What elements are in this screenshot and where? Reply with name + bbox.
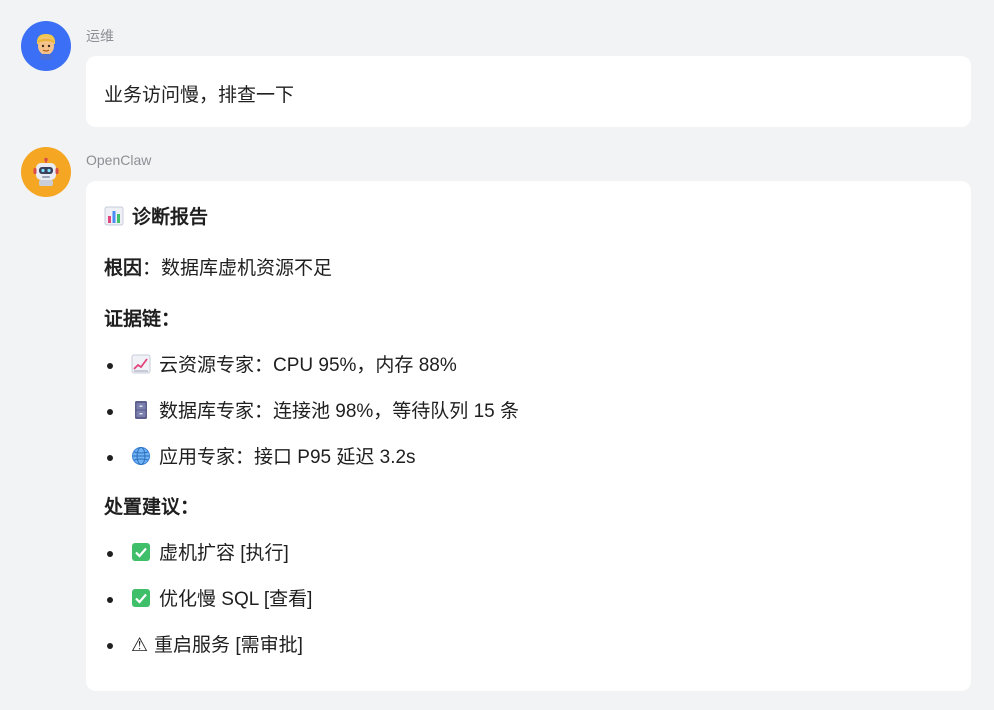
root-cause-separator: ：	[142, 258, 162, 279]
action-item[interactable]: ⚠ 重启服务 [需审批]	[131, 634, 303, 658]
diagnosis-report-bubble: 诊断报告 根因：数据库虚机资源不足 证据链： 云资源专家：CPU 95%，内存 …	[86, 181, 971, 691]
action-text: 优化慢 SQL [查看]	[159, 589, 313, 610]
bullet	[107, 643, 113, 649]
check-mark-button-icon	[131, 588, 151, 608]
root-cause-value: 数据库虚机资源不足	[161, 258, 333, 279]
report-title-text: 诊断报告	[132, 207, 209, 228]
action-item[interactable]: 虚机扩容 [执行]	[131, 542, 289, 566]
action-item[interactable]: 优化慢 SQL [查看]	[131, 588, 312, 612]
message-bubble: 业务访问慢，排查一下	[86, 56, 971, 127]
evidence-heading: 证据链：	[104, 309, 181, 330]
file-cabinet-icon	[131, 400, 151, 420]
report-title: 诊断报告	[104, 206, 208, 230]
evidence-item: 数据库专家：连接池 98%，等待队列 15 条	[131, 400, 519, 424]
evidence-text: 云资源专家：CPU 95%，内存 88%	[159, 355, 457, 376]
root-cause-label: 根因	[104, 258, 143, 279]
sender-name: OpenClaw	[86, 152, 152, 168]
evidence-text: 数据库专家：连接池 98%，等待队列 15 条	[159, 401, 519, 422]
globe-icon	[131, 446, 151, 466]
action-text: 重启服务 [需审批]	[154, 635, 303, 656]
evidence-text: 应用专家：接口 P95 延迟 3.2s	[159, 447, 416, 468]
user-avatar[interactable]	[21, 21, 71, 71]
chart-increasing-icon	[131, 354, 151, 374]
warning-icon: ⚠	[131, 635, 149, 656]
evidence-item: 云资源专家：CPU 95%，内存 88%	[131, 354, 457, 378]
root-cause-line: 根因：数据库虚机资源不足	[104, 257, 332, 281]
message-text: 业务访问慢，排查一下	[104, 85, 295, 106]
check-mark-button-icon	[131, 542, 151, 562]
evidence-item: 应用专家：接口 P95 延迟 3.2s	[131, 446, 416, 470]
action-text: 虚机扩容 [执行]	[159, 543, 289, 564]
bot-avatar[interactable]	[21, 147, 71, 197]
bullet	[107, 551, 113, 557]
bullet	[107, 597, 113, 603]
bullet	[107, 409, 113, 415]
robot-avatar-icon	[31, 157, 61, 187]
person-avatar-icon	[33, 32, 59, 60]
bar-chart-icon	[104, 206, 124, 226]
actions-heading: 处置建议：	[104, 497, 200, 518]
bullet	[107, 455, 113, 461]
bullet	[107, 363, 113, 369]
sender-name: 运维	[86, 28, 114, 44]
